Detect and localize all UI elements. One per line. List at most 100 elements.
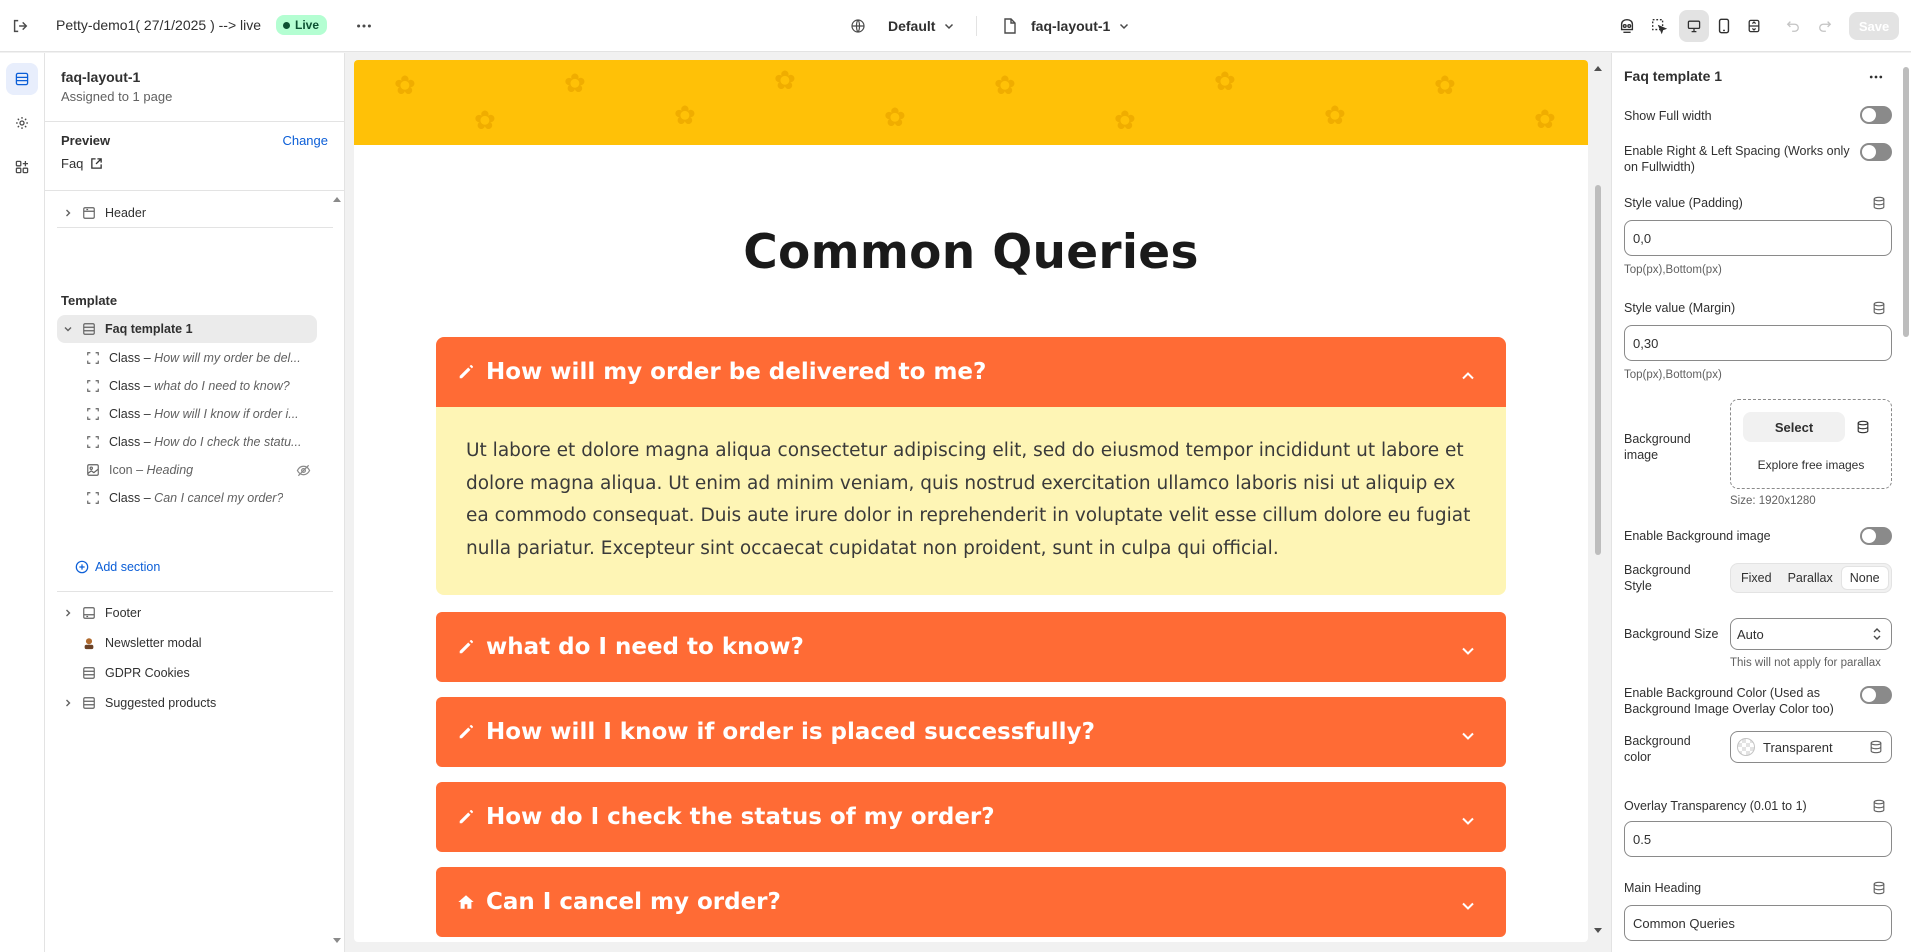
- margin-input[interactable]: 0,30: [1624, 325, 1892, 361]
- sidebar-block-1[interactable]: Class – How will my order be del...: [57, 344, 317, 372]
- enable-spacing-toggle[interactable]: [1860, 143, 1892, 161]
- block-type: Class: [109, 435, 141, 449]
- scroll-thumb[interactable]: [1595, 185, 1601, 555]
- exit-icon[interactable]: [6, 12, 34, 40]
- sidebar-block-6[interactable]: Class – Can I cancel my order?: [57, 484, 317, 512]
- preview-scrollbar[interactable]: [1592, 60, 1604, 942]
- chevron-right-icon[interactable]: [61, 208, 75, 218]
- explore-free-images-link[interactable]: Explore free images: [1731, 458, 1891, 472]
- save-button[interactable]: Save: [1849, 12, 1899, 40]
- sidebar-item-newsletter[interactable]: Newsletter modal: [57, 629, 317, 657]
- chevron-down-icon[interactable]: [1460, 894, 1476, 920]
- app-block-icon: [81, 635, 97, 651]
- chevron-down-icon[interactable]: [61, 324, 75, 334]
- chevron-down-icon[interactable]: [1460, 639, 1476, 665]
- bg-style-none[interactable]: None: [1840, 566, 1889, 590]
- chevron-right-icon[interactable]: [61, 698, 75, 708]
- sidebar-item-label: Suggested products: [105, 696, 217, 710]
- main-heading-input[interactable]: Common Queries: [1624, 905, 1892, 941]
- chevron-up-icon[interactable]: [1460, 364, 1476, 390]
- bg-size-select[interactable]: Auto: [1730, 618, 1892, 650]
- faq-question-2[interactable]: what do I need to know?: [436, 612, 1506, 682]
- divider: [45, 190, 345, 191]
- bg-style-fixed[interactable]: Fixed: [1733, 566, 1780, 590]
- preview-change-link[interactable]: Change: [282, 133, 328, 148]
- sidebar-block-2[interactable]: Class – what do I need to know?: [57, 372, 317, 400]
- chevron-down-icon[interactable]: [1460, 724, 1476, 750]
- bg-size-hint: This will not apply for parallax: [1730, 657, 1881, 669]
- sidebar-item-suggested[interactable]: Suggested products: [57, 689, 317, 717]
- overlay-input[interactable]: 0.5: [1624, 821, 1892, 857]
- enable-bg-image-toggle[interactable]: [1860, 527, 1892, 545]
- top-bar: Petty-demo1( 27/1/2025 ) --> live Live D…: [0, 0, 1911, 52]
- settings-scrollbar[interactable]: [1900, 53, 1911, 952]
- dynamic-source-icon[interactable]: [1872, 799, 1886, 816]
- divider: [57, 591, 333, 592]
- scroll-down-icon[interactable]: [333, 938, 341, 943]
- scroll-thumb[interactable]: [1903, 67, 1909, 337]
- more-icon[interactable]: [350, 12, 378, 40]
- show-full-width-toggle[interactable]: [1860, 106, 1892, 124]
- theme-selector[interactable]: Default: [850, 12, 955, 40]
- bg-color-picker[interactable]: Transparent: [1730, 731, 1892, 763]
- chevron-right-icon[interactable]: [61, 608, 75, 618]
- block-icon: [85, 434, 101, 450]
- sidebar-item-label: GDPR Cookies: [105, 666, 190, 680]
- undo-icon[interactable]: [1777, 10, 1809, 42]
- margin-label: Style value (Margin): [1624, 301, 1736, 315]
- padding-input[interactable]: 0,0: [1624, 220, 1892, 256]
- chevron-down-icon[interactable]: [1460, 809, 1476, 835]
- scroll-up-icon[interactable]: [1594, 66, 1602, 71]
- apps-icon[interactable]: [6, 151, 38, 183]
- sidebar-block-4[interactable]: Class – How do I check the statu...: [57, 428, 317, 456]
- sidebar-block-5[interactable]: Icon – Heading: [57, 456, 317, 484]
- enable-bg-color-toggle[interactable]: [1860, 686, 1892, 704]
- select-element-icon[interactable]: [1643, 10, 1675, 42]
- dynamic-source-icon[interactable]: [1872, 196, 1886, 213]
- scroll-down-icon[interactable]: [1594, 928, 1602, 933]
- bg-style-label: Background Style: [1624, 563, 1691, 593]
- sections-icon[interactable]: [6, 63, 38, 95]
- chevron-down-icon: [943, 20, 955, 32]
- dynamic-source-icon[interactable]: [1872, 881, 1886, 898]
- template-heading: Template: [61, 293, 118, 308]
- redo-icon[interactable]: [1809, 10, 1841, 42]
- bg-color-label: Background color: [1624, 734, 1691, 764]
- padding-hint: Top(px),Bottom(px): [1624, 264, 1722, 276]
- paw-pattern-banner: ✿ ✿ ✿ ✿ ✿ ✿ ✿ ✿ ✿ ✿ ✿ ✿: [354, 60, 1588, 145]
- mobile-icon[interactable]: [1709, 10, 1739, 42]
- bg-style-parallax[interactable]: Parallax: [1780, 566, 1841, 590]
- settings-gear-icon[interactable]: [6, 107, 38, 139]
- faq-question-1[interactable]: How will my order be delivered to me?: [436, 337, 1506, 407]
- preview-page-link[interactable]: Faq: [61, 156, 103, 171]
- sidebar-item-footer[interactable]: Footer: [57, 599, 317, 627]
- sidebar-item-header[interactable]: Header: [57, 199, 317, 227]
- sidebar-block-3[interactable]: Class – How will I know if order i...: [57, 400, 317, 428]
- faq-question-3[interactable]: How will I know if order is placed succe…: [436, 697, 1506, 767]
- block-name: How do I check the statu...: [154, 435, 302, 449]
- sidebar-item-faq-template[interactable]: Faq template 1: [57, 315, 317, 343]
- fullscreen-icon[interactable]: [1739, 10, 1769, 42]
- faq-question-5[interactable]: Can I cancel my order?: [436, 867, 1506, 937]
- add-section-button[interactable]: Add section: [75, 560, 160, 574]
- dynamic-source-icon[interactable]: [1845, 412, 1881, 442]
- globe-icon: [850, 18, 866, 34]
- sidebar-item-label: Newsletter modal: [105, 636, 202, 650]
- sidebar-item-gdpr[interactable]: GDPR Cookies: [57, 659, 317, 687]
- scroll-up-icon[interactable]: [333, 197, 341, 202]
- faq-question-4[interactable]: How do I check the status of my order?: [436, 782, 1506, 852]
- preview-label: Preview: [61, 133, 111, 148]
- desktop-icon[interactable]: [1679, 10, 1709, 42]
- more-icon[interactable]: [1862, 63, 1890, 91]
- pencil-icon: [456, 808, 476, 826]
- paw-icon: ✿: [474, 105, 496, 135]
- live-dot-icon: [283, 21, 290, 29]
- hidden-eye-icon[interactable]: [296, 463, 311, 481]
- bg-image-select-button[interactable]: Select: [1743, 412, 1845, 442]
- template-selector[interactable]: faq-layout-1: [1003, 12, 1130, 40]
- home-icon: [456, 893, 476, 911]
- inspector-icon[interactable]: [1611, 10, 1643, 42]
- dynamic-source-icon[interactable]: [1872, 301, 1886, 318]
- paw-icon: ✿: [1114, 105, 1136, 135]
- dynamic-source-icon[interactable]: [1869, 740, 1883, 757]
